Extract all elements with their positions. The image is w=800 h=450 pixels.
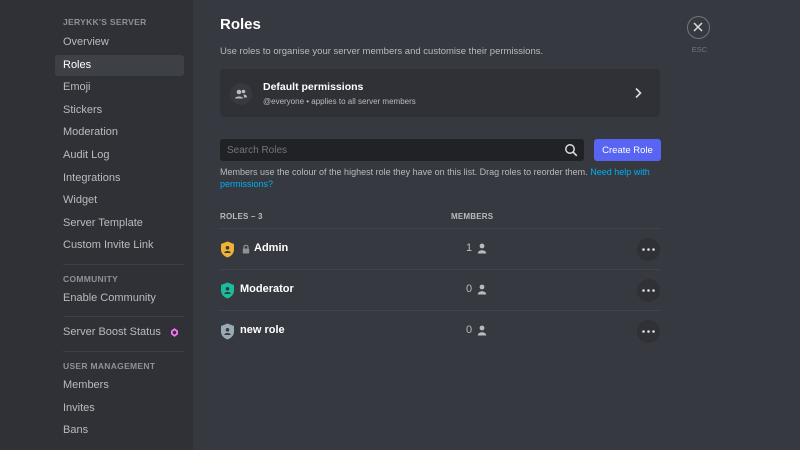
sidebar-item-label: Integrations: [63, 172, 121, 184]
search-roles-input[interactable]: [220, 139, 564, 161]
role-row-admin[interactable]: Admin 1: [220, 228, 660, 270]
role-name: Moderator: [240, 283, 294, 295]
more-dots-icon: [642, 289, 655, 292]
search-roles-box: [220, 139, 584, 161]
sidebar-item-stickers[interactable]: Stickers: [55, 100, 184, 121]
person-icon: [477, 284, 487, 295]
sidebar-item-audit-log[interactable]: Audit Log: [55, 145, 184, 166]
help-description: Members use the colour of the highest ro…: [220, 167, 588, 177]
role-row-new-role[interactable]: new role 0: [220, 310, 660, 352]
sidebar-item-custom-invite-link[interactable]: Custom Invite Link: [55, 235, 184, 256]
sidebar-item-server-template[interactable]: Server Template: [55, 213, 184, 234]
sidebar-item-bans[interactable]: Bans: [55, 420, 184, 441]
close-button[interactable]: [687, 16, 710, 39]
help-text: Members use the colour of the highest ro…: [220, 166, 650, 190]
role-more-button[interactable]: [637, 238, 660, 261]
chevron-right-icon: [635, 87, 642, 99]
sidebar-item-enable-community[interactable]: Enable Community: [55, 288, 184, 309]
default-permissions-card[interactable]: Default permissions @everyone • applies …: [220, 69, 660, 117]
sidebar-item-label: Enable Community: [63, 292, 156, 304]
search-icon[interactable]: [564, 143, 578, 157]
person-icon: [477, 325, 487, 336]
sidebar-item-server-boost-status[interactable]: Server Boost Status: [55, 322, 184, 343]
sidebar-item-moderation[interactable]: Moderation: [55, 122, 184, 143]
sidebar-item-invites[interactable]: Invites: [55, 398, 184, 419]
sidebar-item-label: Overview: [63, 36, 109, 48]
sidebar-divider: [63, 316, 184, 317]
settings-sidebar: JERYKK'S SERVER Overview Roles Emoji Sti…: [0, 0, 193, 450]
boost-gem-icon: [171, 328, 178, 337]
sidebar-item-label: Emoji: [63, 81, 91, 93]
page-description: Use roles to organise your server member…: [220, 46, 544, 57]
server-name-heading: JERYKK'S SERVER: [63, 17, 147, 27]
sidebar-item-integrations[interactable]: Integrations: [55, 168, 184, 189]
user-management-heading: USER MANAGEMENT: [63, 361, 156, 371]
roles-column-header: ROLES – 3: [220, 212, 263, 221]
role-shield-icon: [221, 241, 234, 258]
sidebar-divider: [63, 351, 184, 352]
sidebar-item-members[interactable]: Members: [55, 375, 184, 396]
person-icon: [477, 243, 487, 254]
role-name: Admin: [254, 242, 289, 254]
sidebar-item-emoji[interactable]: Emoji: [55, 77, 184, 98]
role-row-moderator[interactable]: Moderator 0: [220, 269, 660, 311]
role-member-count: 0: [466, 283, 473, 295]
role-more-button[interactable]: [637, 279, 660, 302]
more-dots-icon: [642, 248, 655, 251]
sidebar-item-label: Server Boost Status: [63, 326, 161, 338]
sidebar-item-label: Roles: [63, 59, 92, 71]
sidebar-item-label: Moderation: [63, 126, 119, 138]
sidebar-item-label: Members: [63, 379, 109, 391]
role-shield-icon: [221, 282, 234, 299]
role-name: new role: [240, 324, 285, 336]
sidebar-item-label: Widget: [63, 194, 98, 206]
esc-label: ESC: [691, 45, 708, 54]
sidebar-item-label: Audit Log: [63, 149, 110, 161]
close-icon: [693, 22, 703, 32]
role-member-count: 0: [466, 324, 473, 336]
default-permissions-title: Default permissions: [263, 81, 364, 93]
sidebar-item-label: Stickers: [63, 104, 103, 116]
role-shield-icon: [221, 323, 234, 340]
sidebar-divider: [63, 264, 184, 265]
sidebar-item-label: Custom Invite Link: [63, 239, 154, 251]
sidebar-item-label: Server Template: [63, 217, 143, 229]
page-title: Roles: [220, 16, 261, 33]
members-column-header: MEMBERS: [451, 212, 494, 221]
default-permissions-subtitle: @everyone • applies to all server member…: [263, 97, 416, 106]
sidebar-item-roles[interactable]: Roles: [55, 55, 184, 76]
role-member-count: 1: [466, 242, 473, 254]
sidebar-item-overview[interactable]: Overview: [55, 32, 184, 53]
community-heading: COMMUNITY: [63, 274, 119, 284]
more-dots-icon: [642, 330, 655, 333]
sidebar-item-label: Bans: [63, 424, 89, 436]
lock-icon: [242, 244, 250, 254]
sidebar-item-widget[interactable]: Widget: [55, 190, 184, 211]
create-role-button[interactable]: Create Role: [594, 139, 661, 161]
people-icon: [230, 83, 252, 105]
role-more-button[interactable]: [637, 320, 660, 343]
sidebar-item-label: Invites: [63, 402, 95, 414]
